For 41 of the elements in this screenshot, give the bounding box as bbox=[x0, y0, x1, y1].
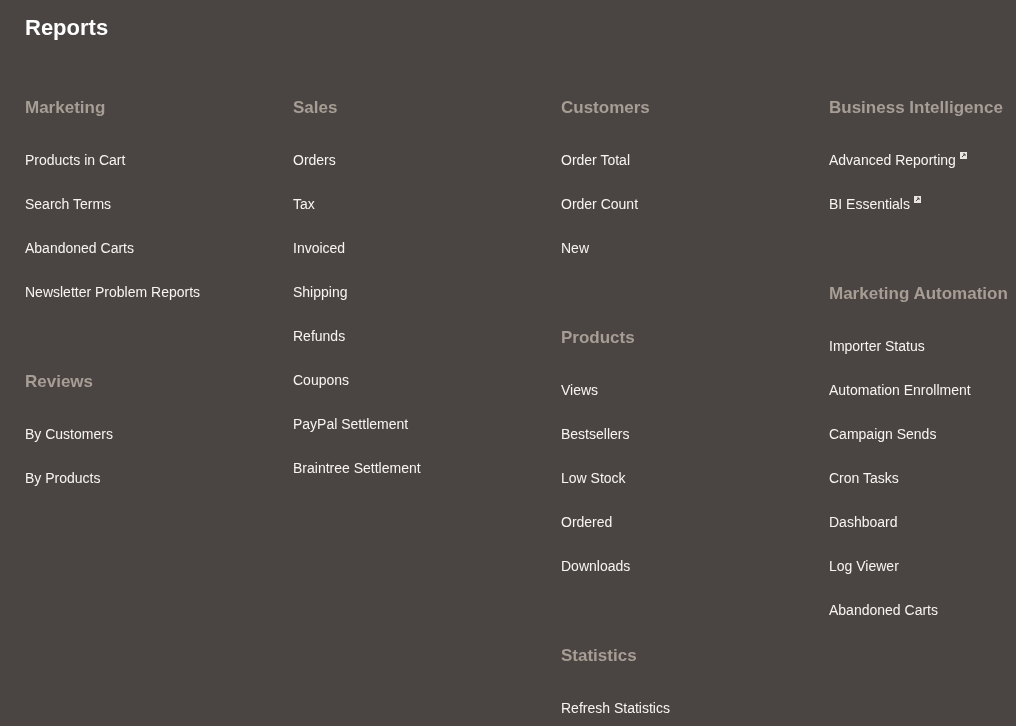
report-link[interactable]: Order Total bbox=[561, 150, 630, 170]
report-link[interactable]: Braintree Settlement bbox=[293, 458, 421, 478]
report-link[interactable]: Tax bbox=[293, 194, 315, 214]
report-link[interactable]: Coupons bbox=[293, 370, 350, 390]
report-link[interactable]: Newsletter Problem Reports bbox=[25, 282, 201, 302]
report-link[interactable]: Order Count bbox=[561, 194, 639, 214]
report-link[interactable]: Invoiced bbox=[293, 238, 346, 258]
report-link[interactable]: Automation Enrollment bbox=[829, 380, 971, 400]
report-link[interactable]: Low Stock bbox=[561, 468, 626, 488]
report-link[interactable]: PayPal Settlement bbox=[293, 414, 409, 434]
section-heading: Products bbox=[561, 327, 635, 349]
report-link[interactable]: Products in Cart bbox=[25, 150, 126, 170]
report-link[interactable]: By Products bbox=[25, 468, 101, 488]
report-link[interactable]: Downloads bbox=[561, 556, 631, 576]
report-link[interactable]: Ordered bbox=[561, 512, 613, 532]
report-link[interactable]: By Customers bbox=[25, 424, 113, 444]
report-link[interactable]: Orders bbox=[293, 150, 336, 170]
report-link[interactable]: Bestsellers bbox=[561, 424, 630, 444]
report-link[interactable]: Refresh Statistics bbox=[561, 698, 670, 718]
report-link[interactable]: Importer Status bbox=[829, 336, 925, 356]
report-link[interactable]: Abandoned Carts bbox=[25, 238, 134, 258]
report-link[interactable]: New bbox=[561, 238, 589, 258]
report-link[interactable]: Views bbox=[561, 380, 599, 400]
report-link[interactable]: Abandoned Carts bbox=[829, 600, 938, 620]
report-link[interactable]: Advanced Reporting bbox=[829, 150, 956, 170]
section-heading: Sales bbox=[293, 97, 338, 119]
report-link[interactable]: Search Terms bbox=[25, 194, 112, 214]
report-link[interactable]: BI Essentials bbox=[829, 194, 910, 214]
section-heading: Reviews bbox=[25, 371, 94, 393]
section-heading: Marketing Automation bbox=[829, 283, 1008, 305]
report-link[interactable]: Cron Tasks bbox=[829, 468, 899, 488]
report-link[interactable]: Shipping bbox=[293, 282, 348, 302]
report-link[interactable]: Log Viewer bbox=[829, 556, 899, 576]
report-link[interactable]: Refunds bbox=[293, 326, 346, 346]
page-title: Reports bbox=[25, 14, 109, 42]
report-link[interactable]: Campaign Sends bbox=[829, 424, 937, 444]
report-link[interactable]: Dashboard bbox=[829, 512, 898, 532]
section-heading: Marketing bbox=[25, 97, 106, 119]
section-heading: Statistics bbox=[561, 645, 637, 667]
section-heading: Business Intelligence bbox=[829, 97, 1003, 119]
section-heading: Customers bbox=[561, 97, 650, 119]
